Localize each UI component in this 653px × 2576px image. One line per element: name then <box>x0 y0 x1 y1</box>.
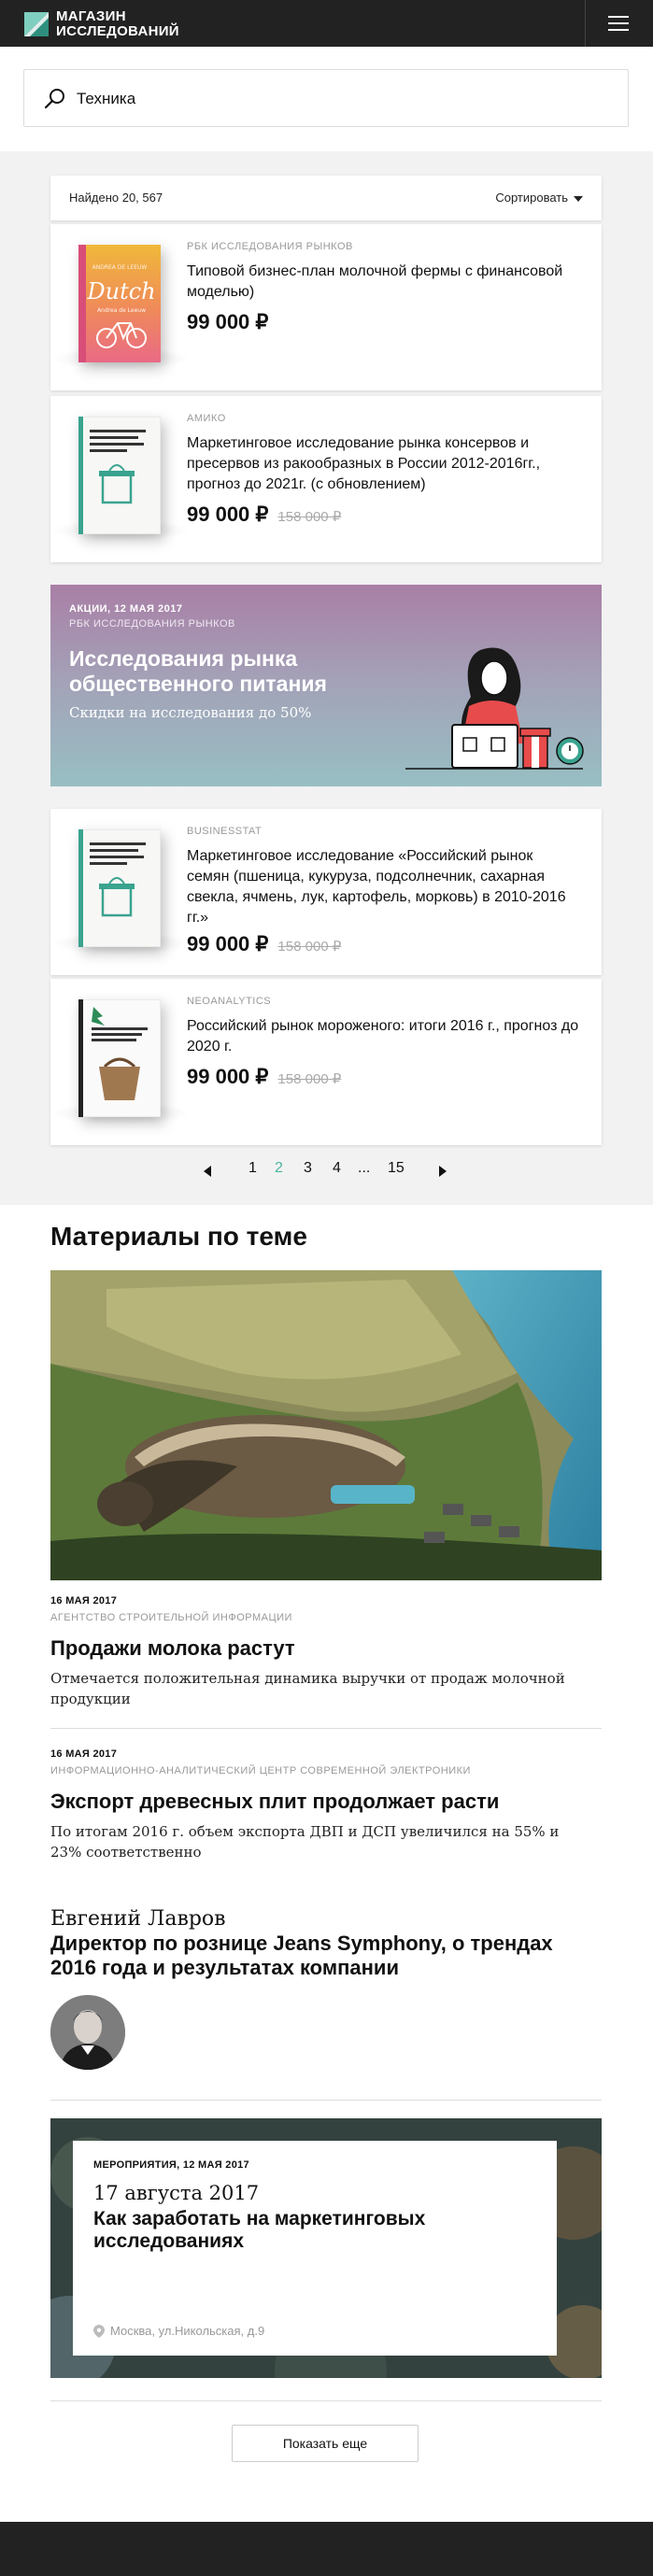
results-count: Найдено 20, 567 <box>69 191 163 205</box>
product-cover-image[interactable] <box>78 828 162 948</box>
promo-source: РБК ИССЛЕДОВАНИЯ РЫНКОВ <box>69 618 235 630</box>
article-title[interactable]: Экспорт древесных плит продолжает расти <box>50 1790 602 1814</box>
product-source: NEOANALYTICS <box>187 996 272 1007</box>
event-card[interactable]: МЕРОПРИЯТИЯ, 12 МАЯ 2017 17 августа 2017… <box>50 2118 602 2378</box>
product-source: РБК ИССЛЕДОВАНИЯ РЫНКОВ <box>187 241 353 252</box>
product-cover-image[interactable] <box>78 998 162 1118</box>
article-source: АГЕНТСТВО СТРОИТЕЛЬНОЙ ИНФОРМАЦИИ <box>50 1612 292 1623</box>
article-date: 16 МАЯ 2017 <box>50 1595 118 1606</box>
product-price: 99 000 ₽ <box>187 310 269 333</box>
product-cover-image[interactable]: ANDREA DE LEEUW Dutch Andrea de Leeuw <box>78 245 161 362</box>
avatar[interactable] <box>50 1995 125 2070</box>
sort-button[interactable]: Сортировать <box>495 191 583 205</box>
product-old-price: 158 000 ₽ <box>277 1071 342 1087</box>
product-price: 99 000 ₽ <box>187 932 269 955</box>
search-section <box>0 47 653 151</box>
article-lead: Отмечается положительная динамика выручк… <box>50 1670 565 1707</box>
show-more-button[interactable]: Показать еще <box>232 2425 419 2462</box>
divider <box>50 1728 602 1729</box>
page-link[interactable]: 3 <box>304 1160 312 1177</box>
product-card[interactable]: АМИКО Маркетинговое исследование рынка к… <box>50 396 602 562</box>
footer <box>0 2522 653 2576</box>
product-source: BUSINESSTAT <box>187 826 263 837</box>
promo-banner[interactable]: АКЦИИ, 12 МАЯ 2017 РБК ИССЛЕДОВАНИЯ РЫНК… <box>50 585 602 786</box>
product-old-price: 158 000 ₽ <box>277 509 342 525</box>
article-lead: По итогам 2016 г. объем экспорта ДВП и Д… <box>50 1823 560 1861</box>
sort-label: Сортировать <box>495 191 568 205</box>
page-ellipsis: ... <box>358 1160 371 1176</box>
header-divider <box>585 0 586 47</box>
page-link[interactable]: 15 <box>388 1160 405 1177</box>
promo-title: Исследования рынка общественного питания <box>69 646 327 696</box>
event-info-card: МЕРОПРИЯТИЯ, 12 МАЯ 2017 17 августа 2017… <box>73 2141 557 2356</box>
next-page-icon[interactable] <box>439 1166 447 1177</box>
logo-line-1: МАГАЗИН <box>56 8 126 24</box>
promo-illustration <box>387 641 592 781</box>
promo-date: АКЦИИ, 12 МАЯ 2017 <box>69 603 183 615</box>
svg-text:Andrea de Leeuw: Andrea de Leeuw <box>97 307 146 314</box>
event-place-text: Москва, ул.Никольская, д.9 <box>110 2324 265 2338</box>
search-icon[interactable] <box>43 87 67 111</box>
promo-subtitle: Скидки на исследования до 50% <box>69 704 312 721</box>
divider <box>50 2400 602 2401</box>
pagination: 1 2 3 4 ... 15 <box>0 1160 653 1188</box>
top-header: МАГАЗИН ИССЛЕДОВАНИЙ <box>0 0 653 47</box>
product-price: 99 000 ₽ <box>187 1065 269 1088</box>
article-date: 16 МАЯ 2017 <box>50 1748 118 1760</box>
article-hero-image[interactable] <box>50 1270 602 1580</box>
event-title[interactable]: Как заработать на маркетинговых исследов… <box>93 2208 504 2253</box>
menu-icon[interactable] <box>608 16 629 31</box>
page-link[interactable]: 4 <box>333 1160 341 1177</box>
event-kicker: МЕРОПРИЯТИЯ, 12 МАЯ 2017 <box>93 2159 249 2171</box>
page-link-current[interactable]: 2 <box>275 1160 283 1177</box>
article-title[interactable]: Продажи молока растут <box>50 1636 602 1661</box>
divider <box>50 2100 602 2101</box>
product-title[interactable]: Типовой бизнес-план молочной фермы с фин… <box>187 262 579 303</box>
product-card[interactable]: BUSINESSTAT Маркетинговое исследование «… <box>50 809 602 975</box>
interview-title[interactable]: Директор по рознице Jeans Symphony, о тр… <box>50 1932 602 1980</box>
event-location: Москва, ул.Никольская, д.9 <box>93 2324 264 2338</box>
svg-text:ANDREA DE LEEUW: ANDREA DE LEEUW <box>92 264 148 271</box>
product-old-price: 158 000 ₽ <box>277 939 342 955</box>
chevron-down-icon <box>574 195 583 202</box>
site-logo[interactable]: МАГАЗИН ИССЛЕДОВАНИЙ <box>24 9 179 39</box>
location-pin-icon <box>93 2324 105 2338</box>
prev-page-icon[interactable] <box>204 1166 211 1177</box>
search-box[interactable] <box>23 69 629 127</box>
product-source: АМИКО <box>187 413 226 424</box>
interview-person-name: Евгений Лавров <box>50 1907 226 1931</box>
logo-line-2: ИССЛЕДОВАНИЙ <box>56 23 179 39</box>
section-title: Материалы по теме <box>50 1222 307 1251</box>
product-card[interactable]: NEOANALYTICS Российский рынок мороженого… <box>50 979 602 1145</box>
search-input[interactable] <box>77 83 600 115</box>
product-title[interactable]: Российский рынок мороженого: итоги 2016 … <box>187 1016 579 1057</box>
product-title[interactable]: Маркетинговое исследование рынка консерв… <box>187 433 579 495</box>
event-date: 17 августа 2017 <box>93 2182 260 2204</box>
product-cover-image[interactable] <box>78 416 162 535</box>
results-toolbar: Найдено 20, 567 Сортировать <box>50 176 602 220</box>
product-title[interactable]: Маркетинговое исследование «Российский р… <box>187 846 579 928</box>
page-link[interactable]: 1 <box>248 1160 257 1177</box>
logo-mark-icon <box>24 12 49 36</box>
product-price: 99 000 ₽ <box>187 502 269 526</box>
article-source: ИНФОРМАЦИОННО-АНАЛИТИЧЕСКИЙ ЦЕНТР СОВРЕМ… <box>50 1765 471 1776</box>
cover-title-text: Dutch <box>86 278 155 304</box>
product-card[interactable]: ANDREA DE LEEUW Dutch Andrea de Leeuw РБ… <box>50 224 602 390</box>
